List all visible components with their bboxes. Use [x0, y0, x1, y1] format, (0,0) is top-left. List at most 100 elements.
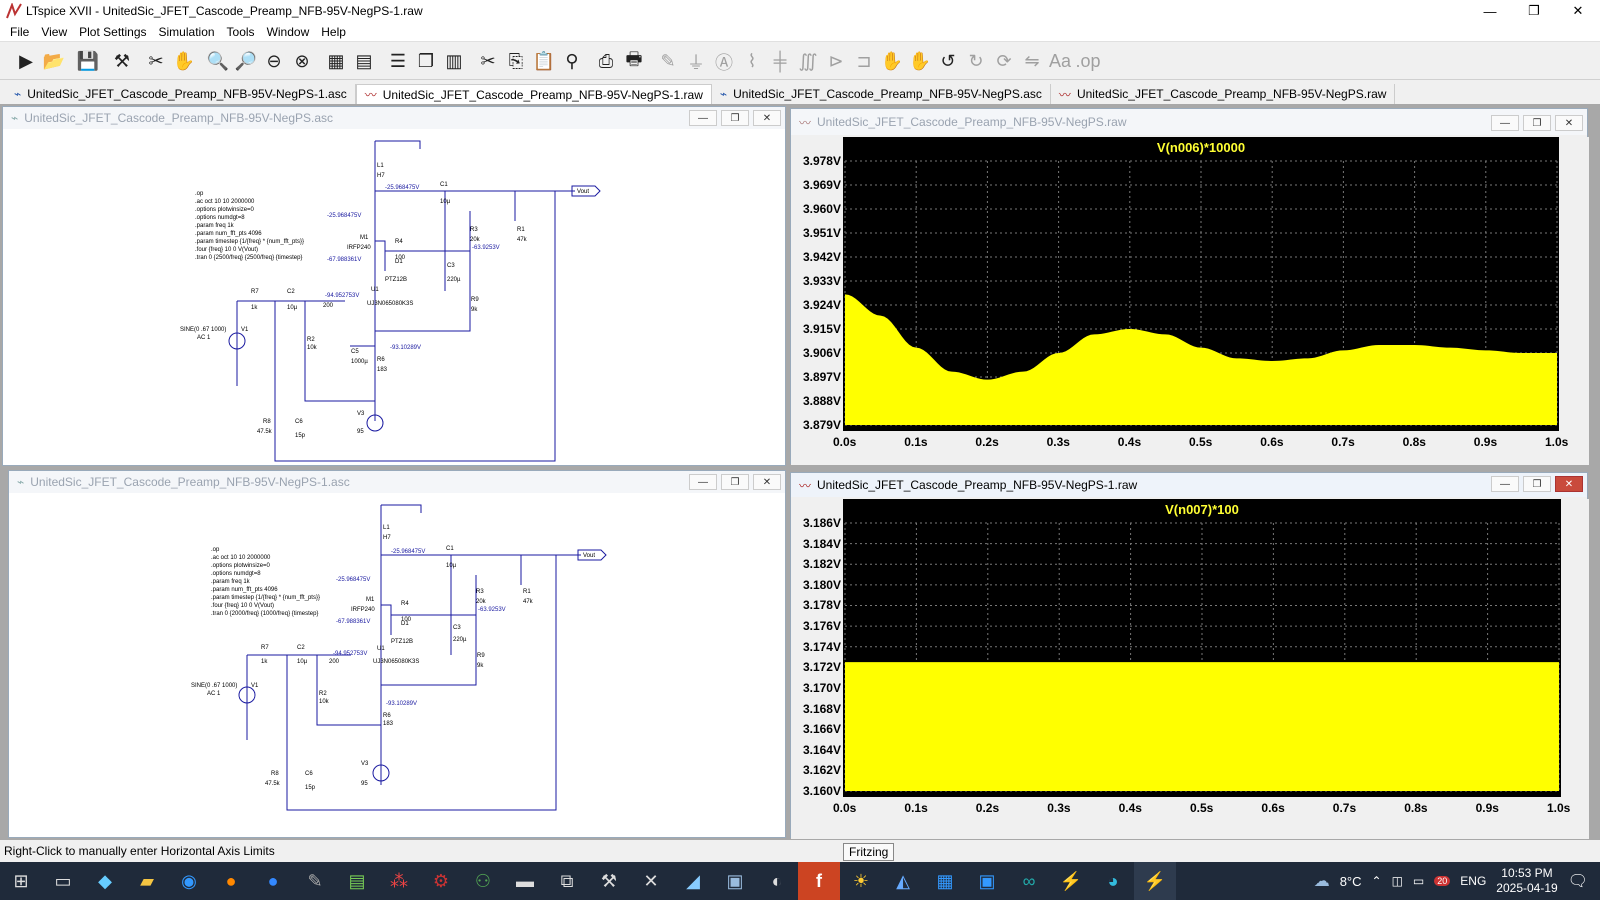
notepad-icon[interactable]: ▤	[336, 862, 378, 900]
move-icon[interactable]: ✋	[878, 48, 906, 76]
cascade-icon[interactable]: ❐	[412, 48, 440, 76]
app-icon[interactable]: ▦	[924, 862, 966, 900]
minimize-button[interactable]: —	[689, 110, 717, 126]
waveform-trace[interactable]	[845, 662, 1559, 791]
tile-horizontal-icon[interactable]: ☰	[384, 48, 412, 76]
drag-icon[interactable]: ✋	[906, 48, 934, 76]
rotate-icon[interactable]: ⟳	[990, 48, 1018, 76]
save-icon[interactable]: 💾	[74, 48, 102, 76]
text-icon[interactable]: Aa	[1046, 48, 1074, 76]
schematic-window-1[interactable]: ⌁ UnitedSic_JFET_Cascode_Preamp_NFB-95V-…	[2, 106, 786, 466]
tab-sch-1[interactable]: ⌁ UnitedSic_JFET_Cascode_Preamp_NFB-95V-N…	[6, 84, 356, 104]
restore-button[interactable]: ❐	[721, 474, 749, 490]
cut-icon[interactable]: ✂	[474, 48, 502, 76]
menu-simulation[interactable]: Simulation	[153, 25, 221, 39]
label-icon[interactable]: Ⓐ	[710, 48, 738, 76]
run-icon[interactable]: ▶	[12, 48, 40, 76]
task-view-icon[interactable]: ▭	[42, 862, 84, 900]
app-icon[interactable]: ◉	[168, 862, 210, 900]
tab-raw-0[interactable]: 〰 UnitedSic_JFET_Cascode_Preamp_NFB-95V-N…	[1051, 84, 1396, 104]
zoom-in-icon[interactable]: 🔍	[204, 48, 232, 76]
tab-sch-0[interactable]: ⌁ UnitedSic_JFET_Cascode_Preamp_NFB-95V-N…	[712, 84, 1051, 104]
app-icon[interactable]: ⧉	[546, 862, 588, 900]
window-titlebar[interactable]: ⌁ UnitedSic_JFET_Cascode_Preamp_NFB-95V-…	[9, 471, 785, 493]
close-button[interactable]: ✕	[1556, 0, 1600, 22]
undo-icon[interactable]: ↺	[934, 48, 962, 76]
chevron-up-icon[interactable]: ⌃	[1372, 874, 1382, 888]
edge-icon[interactable]: ◕	[1092, 862, 1134, 900]
restore-button[interactable]: ❐	[1523, 476, 1551, 492]
halt-icon[interactable]: ✂	[142, 48, 170, 76]
app-icon[interactable]: ⚙	[420, 862, 462, 900]
firefox-icon[interactable]: ●	[210, 862, 252, 900]
minimize-button[interactable]: —	[1468, 0, 1512, 22]
diode-icon[interactable]: ⊳	[822, 48, 850, 76]
battery-icon[interactable]: ▭	[1413, 874, 1424, 888]
windows-start-icon[interactable]: ⊞	[0, 862, 42, 900]
component-icon[interactable]: ⊐	[850, 48, 878, 76]
file-explorer-icon[interactable]: ▰	[126, 862, 168, 900]
copilot-icon[interactable]: ◆	[84, 862, 126, 900]
redo-icon[interactable]: ↻	[962, 48, 990, 76]
wire-icon[interactable]: ✎	[654, 48, 682, 76]
restore-button[interactable]: ❐	[1523, 115, 1551, 131]
plot-area-1[interactable]: V(n006)*10000	[843, 137, 1559, 431]
app-icon[interactable]: ✎	[294, 862, 336, 900]
close-button[interactable]: ✕	[753, 474, 781, 490]
maximize-button[interactable]: ❐	[1512, 0, 1556, 22]
menu-file[interactable]: File	[4, 25, 35, 39]
close-button[interactable]: ✕	[753, 110, 781, 126]
trace-label[interactable]: V(n007)*100	[843, 502, 1561, 517]
print-preview-icon[interactable]: 🖶	[620, 48, 648, 76]
fritzing-icon[interactable]: f	[798, 862, 840, 900]
find-icon[interactable]: ⚲	[558, 48, 586, 76]
schematic-window-2[interactable]: ⌁ UnitedSic_JFET_Cascode_Preamp_NFB-95V-…	[8, 470, 786, 838]
app-icon[interactable]: ▣	[966, 862, 1008, 900]
network-icon[interactable]: ◫	[1392, 874, 1403, 888]
menu-plot-settings[interactable]: Plot Settings	[73, 25, 152, 39]
grid-icon[interactable]: ▤	[350, 48, 378, 76]
mirror-icon[interactable]: ⇋	[1018, 48, 1046, 76]
app-icon[interactable]: ⚇	[462, 862, 504, 900]
window-titlebar[interactable]: 〰 UnitedSic_JFET_Cascode_Preamp_NFB-95V-…	[791, 473, 1587, 497]
app-icon[interactable]: ⁂	[378, 862, 420, 900]
notification-badge[interactable]: 20	[1434, 876, 1451, 886]
menu-help[interactable]: Help	[315, 25, 352, 39]
schematic-canvas-2[interactable]: .op .ac oct 10 10 2000000 .options plotw…	[11, 495, 783, 835]
arduino-icon[interactable]: ∞	[1008, 862, 1050, 900]
minimize-button[interactable]: —	[1491, 476, 1519, 492]
weather-app-icon[interactable]: ☀	[840, 862, 882, 900]
app-icon[interactable]: ✕	[630, 862, 672, 900]
inductor-icon[interactable]: ∭	[794, 48, 822, 76]
tile-vertical-icon[interactable]: ▥	[440, 48, 468, 76]
weather-temp[interactable]: 8°C	[1340, 874, 1362, 889]
plot-area-2[interactable]: V(n007)*100	[843, 499, 1561, 797]
app-icon[interactable]: ◐	[756, 862, 798, 900]
app-icon[interactable]: ◭	[882, 862, 924, 900]
menu-view[interactable]: View	[35, 25, 73, 39]
window-titlebar[interactable]: ⌁ UnitedSic_JFET_Cascode_Preamp_NFB-95V-…	[3, 107, 785, 129]
zoom-out-icon[interactable]: ⊖	[260, 48, 288, 76]
close-button[interactable]: ✕	[1555, 115, 1583, 131]
waveform-trace[interactable]	[845, 294, 1557, 425]
restore-button[interactable]: ❐	[721, 110, 749, 126]
menu-window[interactable]: Window	[261, 25, 316, 39]
ltspice-icon[interactable]: ⚡	[1134, 862, 1176, 900]
plot-window-2[interactable]: 〰 UnitedSic_JFET_Cascode_Preamp_NFB-95V-…	[790, 472, 1589, 839]
app-icon[interactable]: ◢	[672, 862, 714, 900]
spice-directive-icon[interactable]: .op	[1074, 48, 1102, 76]
zoom-fit-icon[interactable]: 🔎	[232, 48, 260, 76]
plot-pane-2[interactable]: V(n007)*100 3.186V 3.184V 3.182V 3.180V 3.17…	[791, 499, 1589, 839]
app-icon[interactable]: ▣	[714, 862, 756, 900]
thunderbird-icon[interactable]: ●	[252, 862, 294, 900]
app-icon[interactable]: ⚒	[588, 862, 630, 900]
schematic-canvas-1[interactable]: .op .ac oct 10 10 2000000 .options plotw…	[5, 131, 783, 463]
trace-label[interactable]: V(n006)*10000	[843, 140, 1559, 155]
copy-icon[interactable]: ⎘	[502, 48, 530, 76]
zoom-cancel-icon[interactable]: ⊗	[288, 48, 316, 76]
cloud-icon[interactable]: ☁	[1314, 871, 1330, 891]
ground-icon[interactable]: ⏚	[682, 48, 710, 76]
language-indicator[interactable]: ENG	[1460, 874, 1486, 888]
resistor-icon[interactable]: ⌇	[738, 48, 766, 76]
minimize-button[interactable]: —	[689, 474, 717, 490]
